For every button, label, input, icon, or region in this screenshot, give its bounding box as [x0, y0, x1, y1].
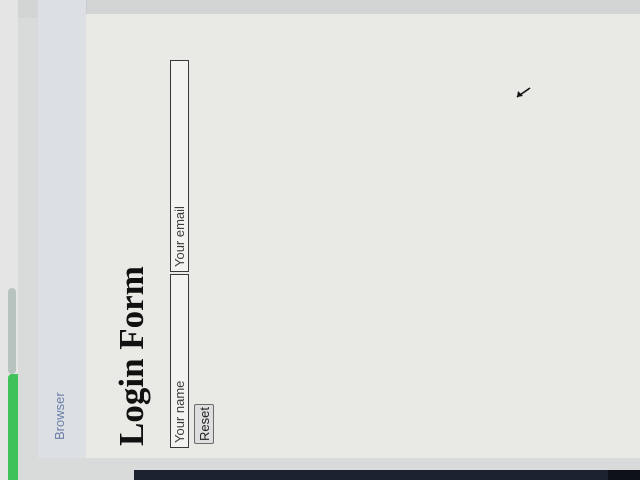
email-input[interactable] [170, 60, 189, 272]
edge-green-segment [8, 374, 18, 480]
mouse-cursor-icon [516, 87, 531, 98]
browser-sidebar [38, 0, 87, 458]
edge-grey-segment [8, 288, 16, 374]
name-input[interactable] [170, 274, 189, 448]
page-title: Login Form [112, 266, 151, 446]
monitor-edge [0, 0, 18, 480]
login-form: Login Form Reset [112, 30, 222, 450]
reset-button[interactable]: Reset [194, 404, 214, 444]
monitor-bezel [134, 470, 640, 480]
browser-title: Browser [52, 392, 67, 440]
bezel-corner [608, 470, 640, 480]
